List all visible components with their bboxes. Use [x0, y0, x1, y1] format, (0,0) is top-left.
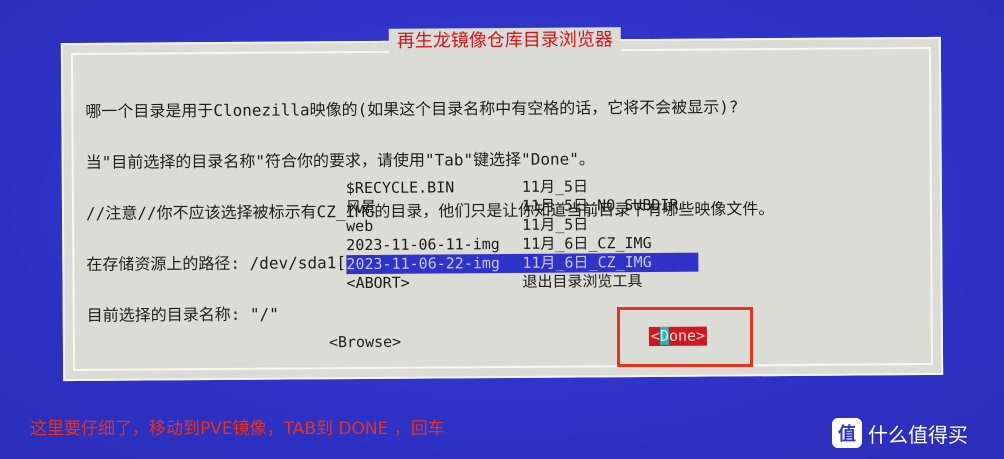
list-item-image-2023-11-06-22-selected[interactable]: 2023-11-06-22-img 11月_6日_CZ_IMG — [346, 252, 699, 275]
list-item-name: <ABORT> — [346, 273, 410, 293]
list-item-image-2023-11-06-11[interactable]: 2023-11-06-11-img 11月_6日_CZ_IMG — [346, 234, 698, 255]
watermark-logo-icon: 值 — [832, 418, 862, 448]
list-item-info: 11月_6日_CZ_IMG — [522, 252, 652, 272]
list-item-name: 2023-11-06-11-img — [346, 235, 500, 255]
annotation-highlight-box — [617, 307, 753, 367]
list-item-info: 11月_6日_CZ_IMG — [522, 233, 652, 253]
list-item-name: $RECYCLE.BIN — [345, 178, 455, 198]
description-line: 当"目前选择的目录名称"符合你的要求，请使用"Tab"键选择"Done"。 — [85, 149, 595, 172]
list-item-fengjing[interactable]: 风景 11月_5日_NO_SUBDIR — [346, 196, 698, 217]
list-item-name: 风景 — [345, 197, 377, 217]
list-item-name: web — [346, 216, 374, 236]
directory-list: $RECYCLE.BIN 11月_5日 风景 11月_5日_NO_SUBDIR … — [346, 177, 699, 293]
list-item-info: 退出目录浏览工具 — [522, 272, 643, 291]
list-item-info: 11月_5日_NO_SUBDIR — [521, 195, 679, 215]
description-line: 哪一个目录是用于Clonezilla映像的(如果这个目录名称中有空格的话，它将不… — [85, 97, 739, 121]
list-item-name: 2023-11-06-22-img — [346, 254, 500, 274]
list-item-recycle-bin[interactable]: $RECYCLE.BIN 11月_5日 — [346, 177, 698, 198]
list-item-info: 11月_5日 — [522, 215, 589, 234]
list-item-info: 11月_5日 — [521, 177, 589, 196]
watermark-text: 什么值得买 — [868, 422, 968, 447]
directory-browser-dialog: 再生龙镜像仓库目录浏览器 哪一个目录是用于Clonezilla映像的(如果这个目… — [60, 27, 944, 382]
annotation-caption: 这里要仔细了，移动到PVE镜像，TAB到 DONE ，回车 — [30, 419, 445, 439]
list-item-abort[interactable]: <ABORT> 退出目录浏览工具 — [346, 272, 698, 293]
browse-button[interactable]: <Browse> — [329, 333, 401, 352]
watermark: 值 什么值得买 — [832, 418, 968, 448]
list-item-web[interactable]: web 11月_5日 — [346, 215, 698, 236]
dialog-title: 再生龙镜像仓库目录浏览器 — [388, 27, 621, 55]
